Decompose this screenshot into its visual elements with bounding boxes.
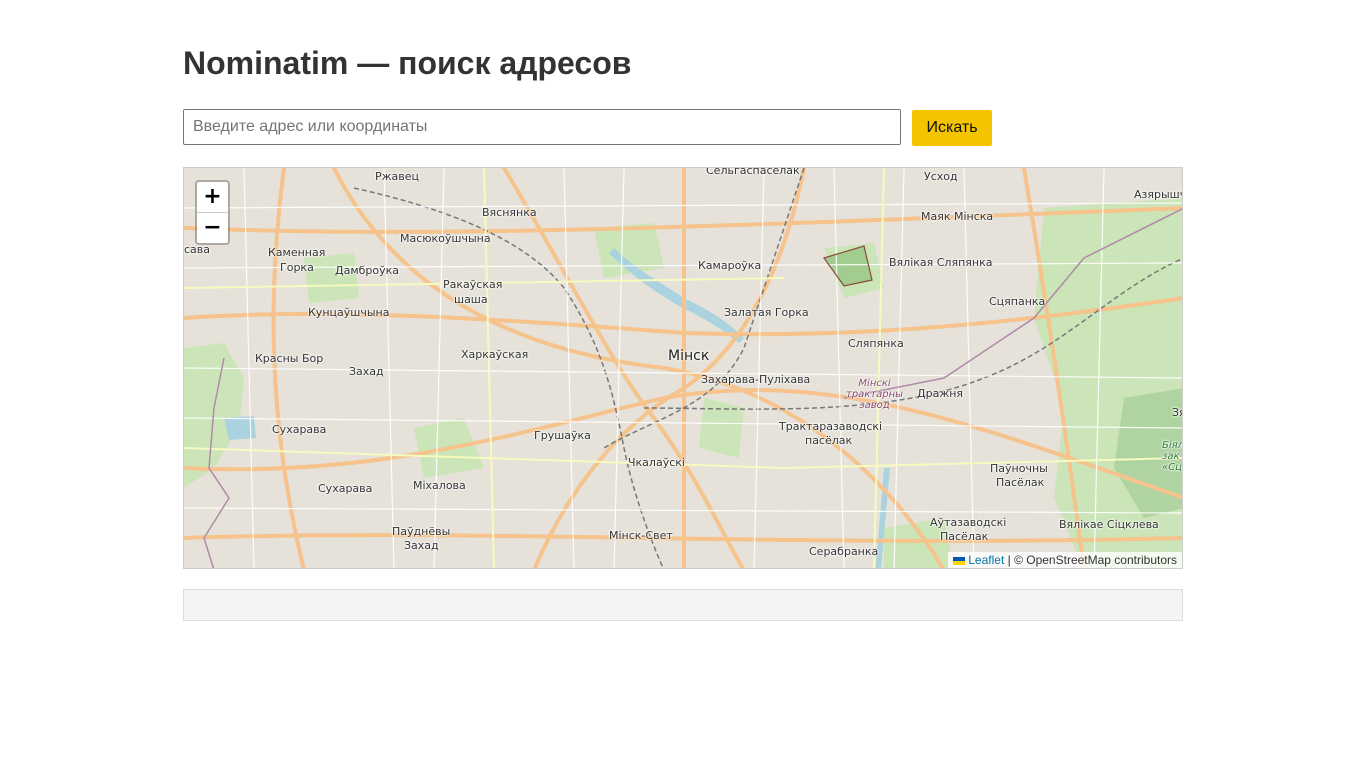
map-label: сава: [184, 243, 211, 256]
map-label: Паўднёвы: [392, 525, 451, 538]
map-label: Красны Бор: [255, 352, 324, 365]
map-label: Вялікае Сіцклева: [1059, 518, 1159, 531]
map-label: Зя: [1172, 406, 1182, 419]
map-label: пасёлак: [805, 434, 853, 447]
map-label: Вяснянка: [482, 206, 537, 219]
osm-attribution: OpenStreetMap contributors: [1026, 553, 1177, 567]
results-panel: [183, 589, 1183, 621]
map-label: Усход: [924, 170, 958, 183]
map-tiles[interactable]: [184, 168, 1183, 569]
map-label: Мінскі трактарны завод: [846, 378, 904, 411]
map-label: Пасёлак: [940, 530, 989, 543]
map-label: Ржавец: [375, 170, 420, 183]
map-label: Мінск-Свет: [609, 529, 673, 542]
search-input[interactable]: [183, 109, 901, 145]
map-label: Паўночны: [990, 462, 1048, 475]
map-label: Сляпянка: [848, 337, 904, 350]
map-label: Залатая Горка: [724, 306, 809, 319]
map-label: Ракаўская: [443, 278, 503, 291]
map-label: Дамброўка: [335, 264, 400, 277]
map-label: Дражня: [917, 387, 964, 400]
search-button[interactable]: Искать: [912, 110, 992, 146]
map-label: Серабранка: [809, 545, 879, 558]
zoom-out-button[interactable]: −: [197, 213, 228, 243]
map-label: Захад: [349, 365, 384, 378]
map-label: Масюкоўшчына: [400, 232, 491, 245]
map-label: Трактаразаводскі: [779, 420, 883, 433]
map-label: Сухарава: [272, 423, 327, 436]
map-label: Азярышча: [1134, 188, 1182, 201]
map-label: Пасёлак: [996, 476, 1045, 489]
map-label: Кунцаўшчына: [308, 306, 390, 319]
zoom-in-button[interactable]: +: [197, 182, 228, 213]
map-label: Сцяпанка: [989, 295, 1046, 308]
map-label: шаша: [454, 293, 488, 306]
map-label: Біял зак «Сці: [1162, 440, 1183, 473]
map-label: Чкалаўскі: [628, 456, 685, 469]
map[interactable]: + − Ржавец Вяснянка Сельгаспаселак Усход…: [183, 167, 1183, 569]
map-label: Вялікая Сляпянка: [889, 256, 993, 269]
map-label: Сухарава: [318, 482, 373, 495]
map-attribution: Leaflet | © OpenStreetMap contributors: [948, 552, 1182, 568]
attribution-separator: | ©: [1004, 553, 1027, 567]
page-title: Nominatim — поиск адресов: [183, 45, 632, 81]
map-label: Харкаўская: [461, 348, 529, 361]
map-label: Міхалова: [413, 479, 466, 492]
map-label: Маяк Мінска: [921, 210, 994, 223]
map-label: Грушаўка: [534, 429, 591, 442]
map-label: Захад: [404, 539, 439, 552]
map-label: Каменная: [268, 246, 326, 259]
map-label: Горка: [280, 261, 314, 274]
ukraine-flag-icon: [953, 557, 966, 565]
map-label: Аўтазаводскі: [930, 516, 1007, 529]
map-label: Захарава-Пуліхава: [701, 373, 811, 386]
map-label-city: Мінск: [668, 348, 710, 364]
map-label: Камароўка: [698, 259, 762, 272]
zoom-control: + −: [195, 180, 230, 245]
leaflet-link[interactable]: Leaflet: [968, 553, 1004, 567]
map-label: Сельгаспаселак: [706, 167, 800, 177]
